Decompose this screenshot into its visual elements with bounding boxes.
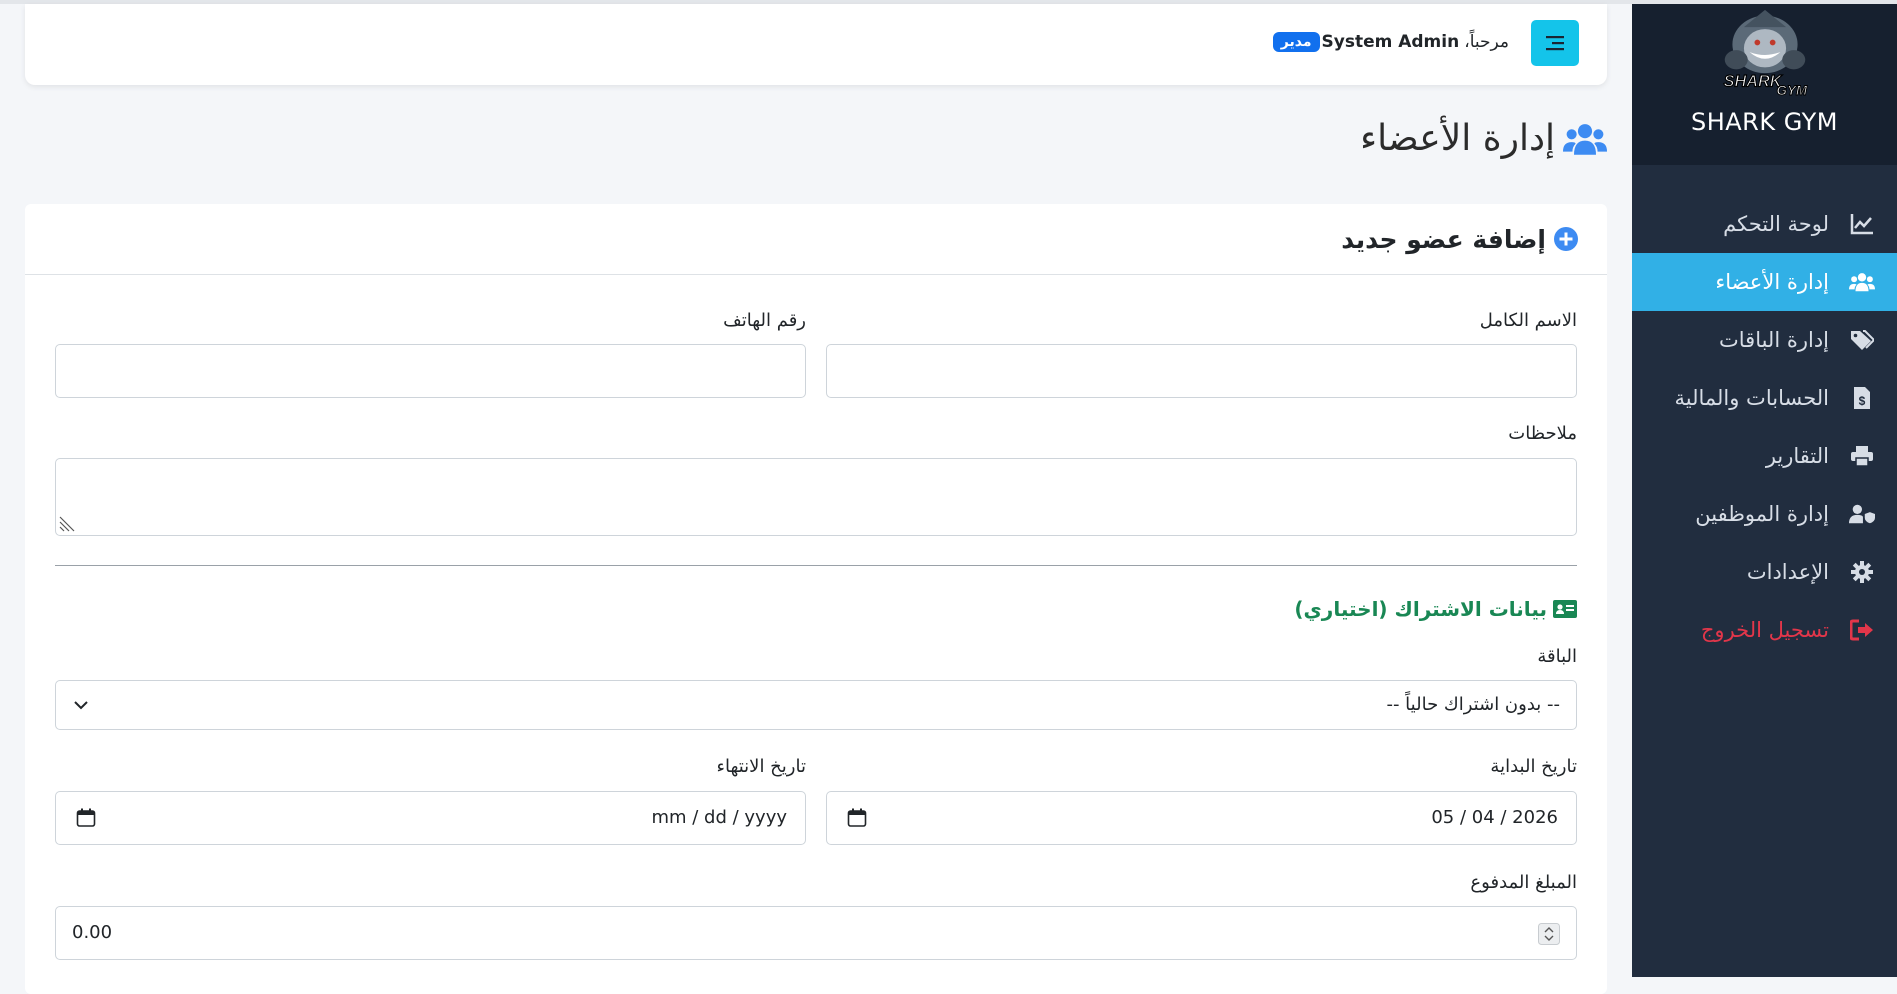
sidebar: SHARK GYM SHARK GYM لوحة التحكم إدارة ال…	[1632, 4, 1897, 977]
id-card-icon	[1553, 600, 1577, 618]
sidebar-item-label: الحسابات والمالية	[1674, 386, 1829, 410]
sidebar-item-finance[interactable]: $ الحسابات والمالية	[1632, 369, 1897, 427]
subscription-section-title: بيانات الاشتراك (اختياري)	[1294, 597, 1577, 621]
svg-text:$: $	[1859, 394, 1866, 408]
start-date-input[interactable]: 05 / 04 / 2026	[826, 791, 1577, 845]
sidebar-item-reports[interactable]: التقارير	[1632, 427, 1897, 485]
users-icon	[1849, 269, 1875, 295]
end-date-input[interactable]: mm / dd / yyyy	[55, 791, 806, 845]
number-spinner-icon[interactable]	[1538, 923, 1560, 945]
amount-label: المبلغ المدفوع	[1470, 872, 1577, 893]
sidebar-item-label: تسجيل الخروج	[1700, 618, 1829, 642]
package-selected-value: -- بدون اشتراك حالياً --	[1386, 694, 1560, 715]
user-name: System Admin	[1321, 32, 1460, 52]
sidebar-item-staff[interactable]: إدارة الموظفين	[1632, 485, 1897, 543]
full-name-label: الاسم الكامل	[1479, 310, 1577, 331]
role-badge: مدير	[1272, 32, 1320, 52]
notes-label: ملاحظات	[1508, 423, 1577, 444]
invoice-dollar-icon: $	[1849, 385, 1875, 411]
amount-value: 0.00	[72, 922, 113, 943]
sidebar-item-label: الإعدادات	[1746, 560, 1829, 584]
sidebar-brand: SHARK GYM SHARK GYM	[1632, 4, 1897, 165]
end-date-value: mm / dd / yyyy	[651, 807, 787, 828]
sidebar-nav: لوحة التحكم إدارة الأعضاء إدارة الباقات …	[1632, 195, 1897, 659]
sidebar-item-label: إدارة الباقات	[1718, 328, 1829, 352]
sidebar-item-label: إدارة الموظفين	[1695, 502, 1829, 526]
chevron-down-icon	[74, 701, 88, 710]
welcome-text: مرحباً،	[1464, 32, 1509, 52]
sidebar-item-label: إدارة الأعضاء	[1715, 270, 1829, 294]
chart-line-icon	[1849, 211, 1875, 237]
sidebar-toggle-button[interactable]	[1531, 20, 1579, 66]
page-title: إدارة الأعضاء	[1360, 118, 1607, 159]
sidebar-item-label: لوحة التحكم	[1723, 212, 1829, 236]
sidebar-item-logout[interactable]: تسجيل الخروج	[1632, 601, 1897, 659]
sidebar-item-members[interactable]: إدارة الأعضاء	[1632, 253, 1897, 311]
plus-circle-icon	[1554, 227, 1578, 251]
sidebar-item-label: التقارير	[1765, 444, 1829, 468]
sidebar-item-settings[interactable]: الإعدادات	[1632, 543, 1897, 601]
phone-label: رقم الهاتف	[723, 310, 806, 331]
card-title: إضافة عضو جديد	[1341, 224, 1546, 254]
sidebar-item-packages[interactable]: إدارة الباقات	[1632, 311, 1897, 369]
notes-textarea[interactable]	[55, 458, 1577, 536]
welcome-message: مرحباً، System Admin مدير	[1272, 32, 1509, 52]
package-label: الباقة	[1537, 646, 1577, 667]
gear-icon	[1849, 559, 1875, 585]
brand-name: SHARK GYM	[1690, 108, 1838, 136]
user-shield-icon	[1849, 501, 1875, 527]
users-icon	[1563, 121, 1607, 157]
package-select[interactable]: -- بدون اشتراك حالياً --	[55, 680, 1577, 730]
card-header: إضافة عضو جديد	[25, 204, 1607, 275]
amount-input[interactable]: 0.00	[55, 906, 1577, 960]
calendar-icon[interactable]	[847, 808, 867, 828]
start-date-label: تاريخ البداية	[1490, 756, 1577, 777]
logo-text-shark: SHARK	[1723, 73, 1782, 91]
phone-input[interactable]	[55, 344, 806, 398]
print-icon	[1849, 443, 1875, 469]
menu-align-icon	[1546, 36, 1564, 51]
full-name-input[interactable]	[826, 344, 1577, 398]
page-title-text: إدارة الأعضاء	[1360, 118, 1555, 159]
top-header: مرحباً، System Admin مدير	[25, 4, 1607, 85]
shark-gym-logo: SHARK GYM	[1723, 9, 1808, 99]
calendar-icon[interactable]	[76, 808, 96, 828]
end-date-label: تاريخ الانتهاء	[716, 756, 807, 777]
tags-icon	[1849, 327, 1875, 353]
start-date-value: 05 / 04 / 2026	[1431, 807, 1558, 828]
section-divider	[55, 565, 1577, 566]
sidebar-item-dashboard[interactable]: لوحة التحكم	[1632, 195, 1897, 253]
logo-text-gym: GYM	[1776, 83, 1807, 98]
subscription-title-text: بيانات الاشتراك (اختياري)	[1294, 597, 1547, 621]
resize-handle-icon[interactable]	[58, 515, 76, 533]
add-member-card: إضافة عضو جديد الاسم الكامل رقم الهاتف م…	[25, 204, 1607, 994]
sign-out-icon	[1849, 617, 1875, 643]
